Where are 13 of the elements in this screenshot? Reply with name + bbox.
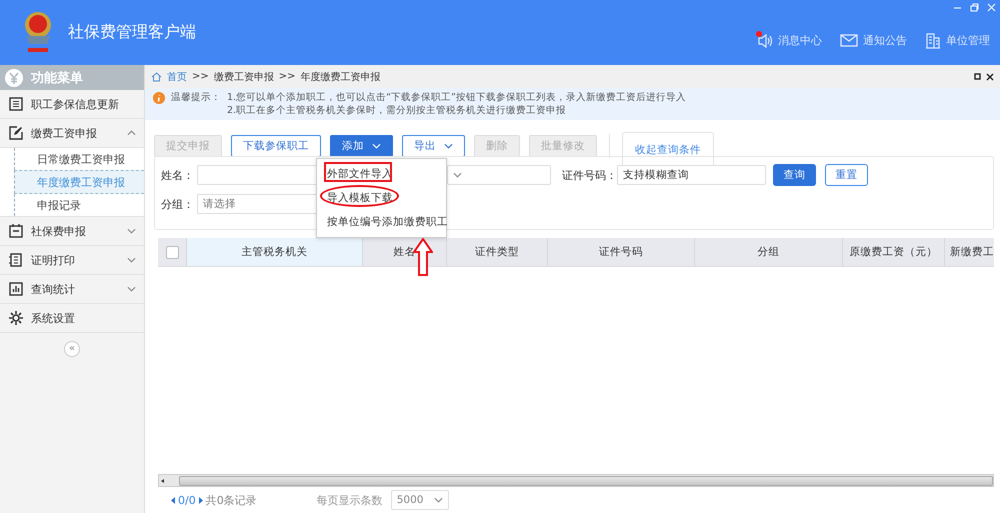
- field-label: 分组：: [161, 196, 195, 212]
- notice-text: 2.职工在多个主管税务机关参保时，需分别按主管税务机关进行缴费工资申报: [227, 104, 568, 117]
- notice-label: 温馨提示：: [171, 91, 221, 105]
- sidebar-title: 功能菜单: [31, 70, 83, 86]
- page-indicator: 0/0: [178, 494, 196, 506]
- field-label: 姓名：: [161, 168, 195, 182]
- notice-text: 1.您可以单个添加职工，也可以点击“下载参保职工”按钮下载参保职工列表，录入新缴费工资后进行导入: [227, 91, 686, 104]
- page-size-label: 每页显示条数: [316, 492, 383, 508]
- app-title: 社保费管理客户端: [68, 22, 197, 43]
- breadcrumb-separator: >>: [278, 71, 296, 82]
- breadcrumb-separator: >>: [192, 71, 209, 82]
- field-label: 证件号码：: [562, 168, 617, 182]
- record-count: 共0条记录: [206, 492, 257, 508]
